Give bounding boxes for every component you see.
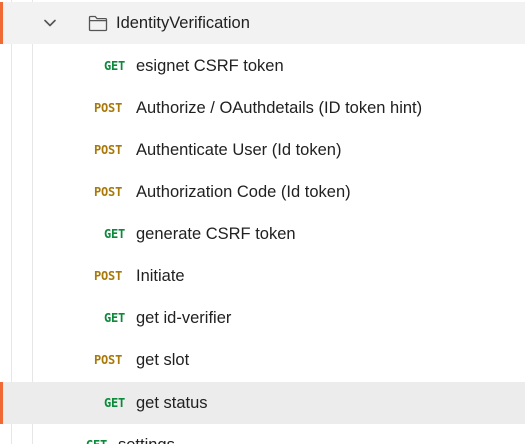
method-badge: GET (104, 396, 126, 410)
folder-row-identityverification[interactable]: IdentityVerification (0, 2, 525, 44)
method-badge: GET (104, 59, 126, 73)
selection-accent (0, 382, 3, 424)
request-name: generate CSRF token (136, 225, 296, 243)
request-item[interactable]: POST Authenticate User (Id token) (0, 129, 525, 171)
request-name: get id-verifier (136, 309, 232, 327)
method-badge: GET (104, 227, 126, 241)
request-item[interactable]: GET esignet CSRF token (0, 45, 525, 87)
request-item[interactable]: GET settings (0, 424, 525, 444)
request-item[interactable]: GET get id-verifier (0, 297, 525, 339)
request-name: Authorize / OAuthdetails (ID token hint) (136, 99, 423, 117)
request-item[interactable]: POST get slot (0, 339, 525, 381)
request-item[interactable]: POST Initiate (0, 255, 525, 297)
method-badge: GET (104, 311, 126, 325)
folder-icon (88, 15, 108, 32)
method-badge: POST (94, 101, 123, 115)
request-name: Initiate (136, 267, 185, 285)
request-item[interactable]: POST Authorization Code (Id token) (0, 171, 525, 213)
method-badge: POST (94, 269, 123, 283)
request-name: Authenticate User (Id token) (136, 141, 342, 159)
method-badge: GET (86, 424, 107, 444)
request-name: get status (136, 394, 208, 412)
chevron-down-icon[interactable] (42, 15, 58, 31)
method-badge: POST (94, 353, 123, 367)
request-name: settings (118, 424, 175, 444)
request-name: esignet CSRF token (136, 57, 284, 75)
request-name: get slot (136, 351, 190, 369)
selection-accent (0, 2, 3, 44)
method-badge: POST (94, 185, 123, 199)
request-item[interactable]: GET generate CSRF token (0, 213, 525, 255)
request-item-selected[interactable]: GET get status (0, 382, 525, 424)
folder-name: IdentityVerification (116, 14, 250, 32)
request-name: Authorization Code (Id token) (136, 183, 351, 201)
request-item[interactable]: POST Authorize / OAuthdetails (ID token … (0, 87, 525, 129)
collection-tree: IdentityVerification GET esignet CSRF to… (0, 0, 525, 444)
method-badge: POST (94, 143, 123, 157)
